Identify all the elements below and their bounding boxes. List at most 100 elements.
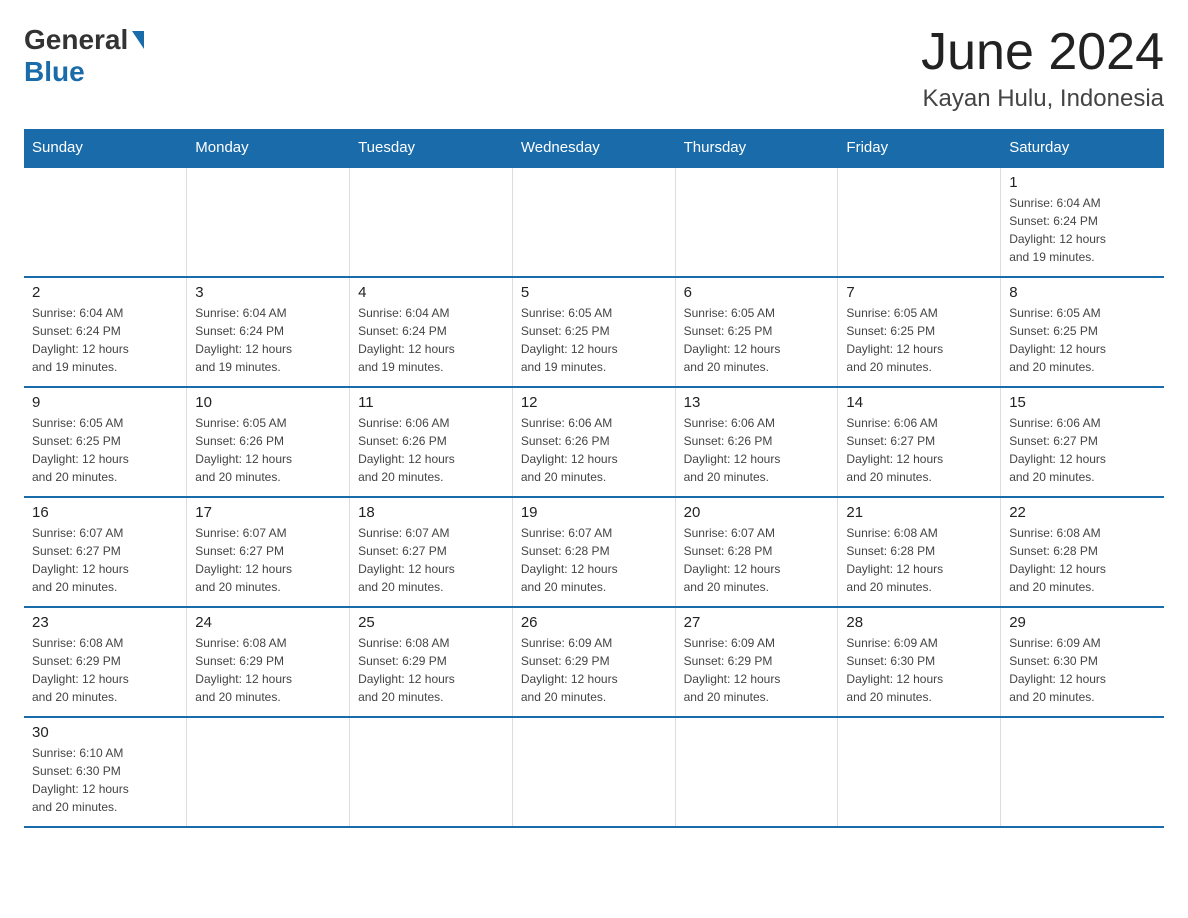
- day-info: Sunrise: 6:08 AMSunset: 6:28 PMDaylight:…: [1009, 524, 1155, 596]
- day-number: 8: [1009, 284, 1155, 301]
- logo-arrow-icon: [132, 31, 144, 49]
- col-sunday: Sunday: [24, 129, 187, 167]
- col-friday: Friday: [838, 129, 1001, 167]
- table-row: [350, 717, 513, 827]
- day-number: 18: [358, 504, 504, 521]
- day-number: 20: [684, 504, 830, 521]
- day-info: Sunrise: 6:09 AMSunset: 6:29 PMDaylight:…: [521, 634, 667, 706]
- day-info: Sunrise: 6:05 AMSunset: 6:25 PMDaylight:…: [32, 414, 178, 486]
- day-info: Sunrise: 6:04 AMSunset: 6:24 PMDaylight:…: [1009, 194, 1155, 266]
- day-info: Sunrise: 6:05 AMSunset: 6:25 PMDaylight:…: [521, 304, 667, 376]
- day-number: 22: [1009, 504, 1155, 521]
- day-number: 27: [684, 614, 830, 631]
- table-row: 18 Sunrise: 6:07 AMSunset: 6:27 PMDayligh…: [350, 497, 513, 607]
- table-row: [675, 717, 838, 827]
- day-info: Sunrise: 6:09 AMSunset: 6:30 PMDaylight:…: [1009, 634, 1155, 706]
- table-row: 29Sunrise: 6:09 AMSunset: 6:30 PMDayligh…: [1001, 607, 1164, 717]
- day-number: 28: [846, 614, 992, 631]
- day-number: 23: [32, 614, 178, 631]
- table-row: 21Sunrise: 6:08 AMSunset: 6:28 PMDayligh…: [838, 497, 1001, 607]
- table-row: 4Sunrise: 6:04 AMSunset: 6:24 PMDaylight…: [350, 277, 513, 387]
- table-row: 25 Sunrise: 6:08 AMSunset: 6:29 PMDayligh…: [350, 607, 513, 717]
- day-number: 25: [358, 614, 504, 631]
- table-row: 13Sunrise: 6:06 AMSunset: 6:26 PMDayligh…: [675, 387, 838, 497]
- day-number: 3: [195, 284, 341, 301]
- table-row: 12 Sunrise: 6:06 AMSunset: 6:26 PMDayligh…: [512, 387, 675, 497]
- table-row: [24, 167, 187, 277]
- day-info: Sunrise: 6:07 AMSunset: 6:27 PMDaylight:…: [195, 524, 341, 596]
- day-number: 12: [521, 394, 667, 411]
- day-info: Sunrise: 6:04 AMSunset: 6:24 PMDaylight:…: [195, 304, 341, 376]
- table-row: [838, 717, 1001, 827]
- table-row: 15 Sunrise: 6:06 AMSunset: 6:27 PMDayligh…: [1001, 387, 1164, 497]
- table-row: [512, 717, 675, 827]
- table-row: [838, 167, 1001, 277]
- table-row: 26 Sunrise: 6:09 AMSunset: 6:29 PMDayligh…: [512, 607, 675, 717]
- day-number: 5: [521, 284, 667, 301]
- day-info: Sunrise: 6:06 AMSunset: 6:26 PMDaylight:…: [358, 414, 504, 486]
- table-row: 19Sunrise: 6:07 AMSunset: 6:28 PMDayligh…: [512, 497, 675, 607]
- calendar-title: June 2024: [921, 24, 1164, 81]
- day-info: Sunrise: 6:09 AMSunset: 6:29 PMDaylight:…: [684, 634, 830, 706]
- day-info: Sunrise: 6:05 AMSunset: 6:25 PMDaylight:…: [684, 304, 830, 376]
- day-info: Sunrise: 6:04 AMSunset: 6:24 PMDaylight:…: [32, 304, 178, 376]
- table-row: 10 Sunrise: 6:05 AMSunset: 6:26 PMDayligh…: [187, 387, 350, 497]
- day-info: Sunrise: 6:07 AMSunset: 6:27 PMDaylight:…: [358, 524, 504, 596]
- table-row: 9 Sunrise: 6:05 AMSunset: 6:25 PMDaylight…: [24, 387, 187, 497]
- table-row: 14Sunrise: 6:06 AMSunset: 6:27 PMDayligh…: [838, 387, 1001, 497]
- table-row: 1 Sunrise: 6:04 AMSunset: 6:24 PMDaylight…: [1001, 167, 1164, 277]
- table-row: 2 Sunrise: 6:04 AMSunset: 6:24 PMDaylight…: [24, 277, 187, 387]
- table-row: 7Sunrise: 6:05 AMSunset: 6:25 PMDaylight…: [838, 277, 1001, 387]
- day-number: 2: [32, 284, 178, 301]
- title-block: June 2024 Kayan Hulu, Indonesia: [921, 24, 1164, 113]
- table-row: [1001, 717, 1164, 827]
- col-tuesday: Tuesday: [350, 129, 513, 167]
- day-number: 15: [1009, 394, 1155, 411]
- col-thursday: Thursday: [675, 129, 838, 167]
- table-row: 24 Sunrise: 6:08 AMSunset: 6:29 PMDayligh…: [187, 607, 350, 717]
- day-number: 1: [1009, 174, 1155, 191]
- day-info: Sunrise: 6:08 AMSunset: 6:28 PMDaylight:…: [846, 524, 992, 596]
- calendar-header-row: Sunday Monday Tuesday Wednesday Thursday…: [24, 129, 1164, 167]
- table-row: 5 Sunrise: 6:05 AMSunset: 6:25 PMDaylight…: [512, 277, 675, 387]
- day-info: Sunrise: 6:08 AMSunset: 6:29 PMDaylight:…: [32, 634, 178, 706]
- table-row: [187, 167, 350, 277]
- table-row: 8 Sunrise: 6:05 AMSunset: 6:25 PMDaylight…: [1001, 277, 1164, 387]
- table-row: [675, 167, 838, 277]
- table-row: 28 Sunrise: 6:09 AMSunset: 6:30 PMDayligh…: [838, 607, 1001, 717]
- table-row: 16 Sunrise: 6:07 AMSunset: 6:27 PMDayligh…: [24, 497, 187, 607]
- day-info: Sunrise: 6:04 AMSunset: 6:24 PMDaylight:…: [358, 304, 504, 376]
- day-info: Sunrise: 6:10 AMSunset: 6:30 PMDaylight:…: [32, 744, 178, 816]
- col-monday: Monday: [187, 129, 350, 167]
- day-info: Sunrise: 6:08 AMSunset: 6:29 PMDaylight:…: [358, 634, 504, 706]
- logo: General Blue: [24, 24, 146, 88]
- table-row: 30 Sunrise: 6:10 AMSunset: 6:30 PMDayligh…: [24, 717, 187, 827]
- table-row: [512, 167, 675, 277]
- day-number: 10: [195, 394, 341, 411]
- col-saturday: Saturday: [1001, 129, 1164, 167]
- day-number: 9: [32, 394, 178, 411]
- day-info: Sunrise: 6:07 AMSunset: 6:27 PMDaylight:…: [32, 524, 178, 596]
- day-info: Sunrise: 6:09 AMSunset: 6:30 PMDaylight:…: [846, 634, 992, 706]
- table-row: 27 Sunrise: 6:09 AMSunset: 6:29 PMDayligh…: [675, 607, 838, 717]
- day-info: Sunrise: 6:05 AMSunset: 6:26 PMDaylight:…: [195, 414, 341, 486]
- day-info: Sunrise: 6:07 AMSunset: 6:28 PMDaylight:…: [684, 524, 830, 596]
- day-number: 16: [32, 504, 178, 521]
- day-info: Sunrise: 6:06 AMSunset: 6:27 PMDaylight:…: [1009, 414, 1155, 486]
- day-number: 24: [195, 614, 341, 631]
- day-number: 30: [32, 724, 178, 741]
- day-info: Sunrise: 6:08 AMSunset: 6:29 PMDaylight:…: [195, 634, 341, 706]
- day-info: Sunrise: 6:05 AMSunset: 6:25 PMDaylight:…: [846, 304, 992, 376]
- table-row: 23 Sunrise: 6:08 AMSunset: 6:29 PMDayligh…: [24, 607, 187, 717]
- table-row: [350, 167, 513, 277]
- table-row: 11 Sunrise: 6:06 AMSunset: 6:26 PMDayligh…: [350, 387, 513, 497]
- day-info: Sunrise: 6:06 AMSunset: 6:27 PMDaylight:…: [846, 414, 992, 486]
- page-header: General Blue June 2024 Kayan Hulu, Indon…: [24, 24, 1164, 113]
- day-info: Sunrise: 6:07 AMSunset: 6:28 PMDaylight:…: [521, 524, 667, 596]
- day-info: Sunrise: 6:06 AMSunset: 6:26 PMDaylight:…: [521, 414, 667, 486]
- day-info: Sunrise: 6:06 AMSunset: 6:26 PMDaylight:…: [684, 414, 830, 486]
- day-number: 17: [195, 504, 341, 521]
- day-number: 11: [358, 394, 504, 411]
- day-number: 26: [521, 614, 667, 631]
- day-info: Sunrise: 6:05 AMSunset: 6:25 PMDaylight:…: [1009, 304, 1155, 376]
